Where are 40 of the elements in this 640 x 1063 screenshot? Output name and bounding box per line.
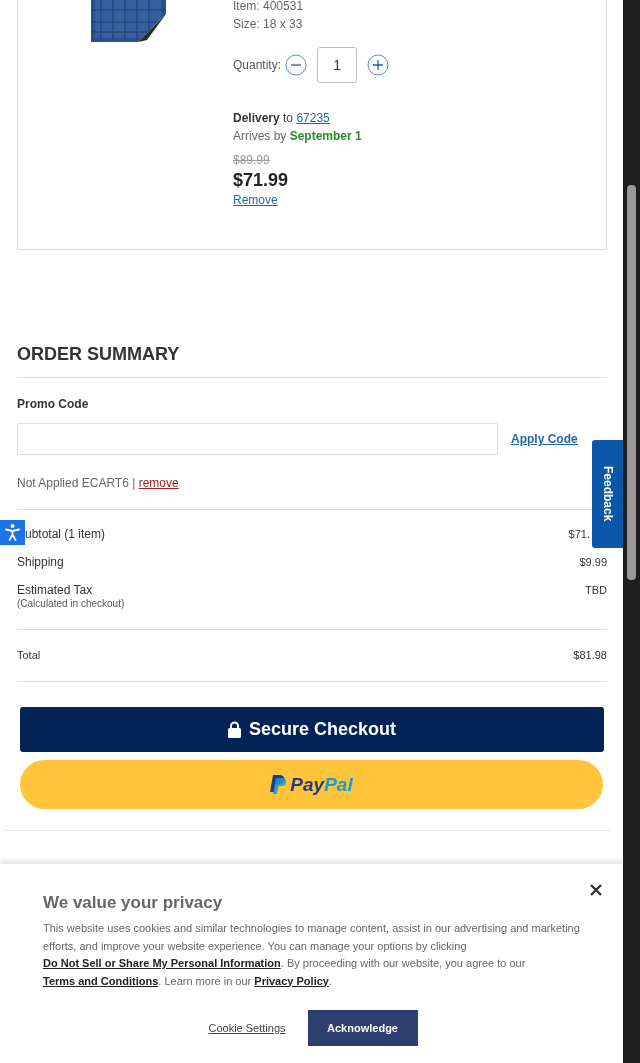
- acknowledge-button[interactable]: Acknowledge: [307, 1010, 418, 1046]
- apply-code-link[interactable]: Apply Code: [511, 432, 578, 446]
- zip-link[interactable]: 67235: [296, 111, 330, 125]
- summary-value: $71.: [568, 527, 590, 541]
- quantity-field[interactable]: 1: [317, 47, 358, 83]
- summary-value: TBD: [585, 583, 607, 598]
- minus-icon[interactable]: [285, 54, 308, 76]
- section-heading: ORDER SUMMARY: [17, 342, 607, 378]
- original-price: $89.99: [233, 152, 271, 169]
- accessibility-icon[interactable]: [0, 520, 25, 545]
- summary-label: Shipping: [17, 555, 64, 569]
- promo-field[interactable]: [17, 423, 498, 455]
- lock-icon: [227, 721, 241, 738]
- cookie-settings-button[interactable]: Cookie Settings: [208, 1022, 286, 1034]
- summary-note: (Calculated in checkout): [17, 597, 125, 610]
- feedback-tab[interactable]: Feedback: [592, 440, 623, 548]
- quantity-label: Quantity:: [233, 57, 282, 74]
- total-label: Total: [17, 648, 41, 663]
- close-icon[interactable]: [590, 884, 602, 896]
- arrival-text: Arrives by September 1: [233, 129, 362, 143]
- promo-status: Not Applied ECART6 |: [17, 476, 136, 490]
- policy-link[interactable]: Do Not Sell or Share My Personal Information: [43, 957, 281, 969]
- delivery-text: Delivery to: [233, 111, 294, 125]
- summary-label: Estimated Tax: [17, 583, 94, 597]
- item-size: Size: 18 x 33: [233, 16, 304, 33]
- paypal-button[interactable]: PayPal: [20, 760, 603, 809]
- policy-link[interactable]: Privacy Policy: [254, 974, 329, 987]
- plus-icon[interactable]: [367, 54, 390, 76]
- remove-promo-link[interactable]: remove: [138, 476, 179, 490]
- secure-checkout-button[interactable]: Secure Checkout: [20, 707, 604, 752]
- remove-link[interactable]: Remove: [233, 193, 278, 207]
- summary-label: ubtotal (1 item): [25, 527, 106, 541]
- promo-label: Promo Code: [17, 396, 90, 413]
- paypal-logo-icon: [270, 775, 287, 794]
- privacy-text: This website uses cookies and similar technologies to manage content, assist in our advertising and marketing efforts, and improve your website experience. You can manage your options by clicking Do Not Sell or Share My Personal Information. By proceeding with our website, you agree to our Terms and Conditions. Learn more in our Privacy Policy.: [43, 921, 581, 989]
- summary-value: $9.99: [579, 555, 607, 569]
- total-value: $81.98: [573, 648, 607, 663]
- banner-title: We value your privacy: [43, 892, 224, 914]
- price: $71.99: [233, 169, 290, 191]
- item-number: Item: 400531: [233, 0, 305, 15]
